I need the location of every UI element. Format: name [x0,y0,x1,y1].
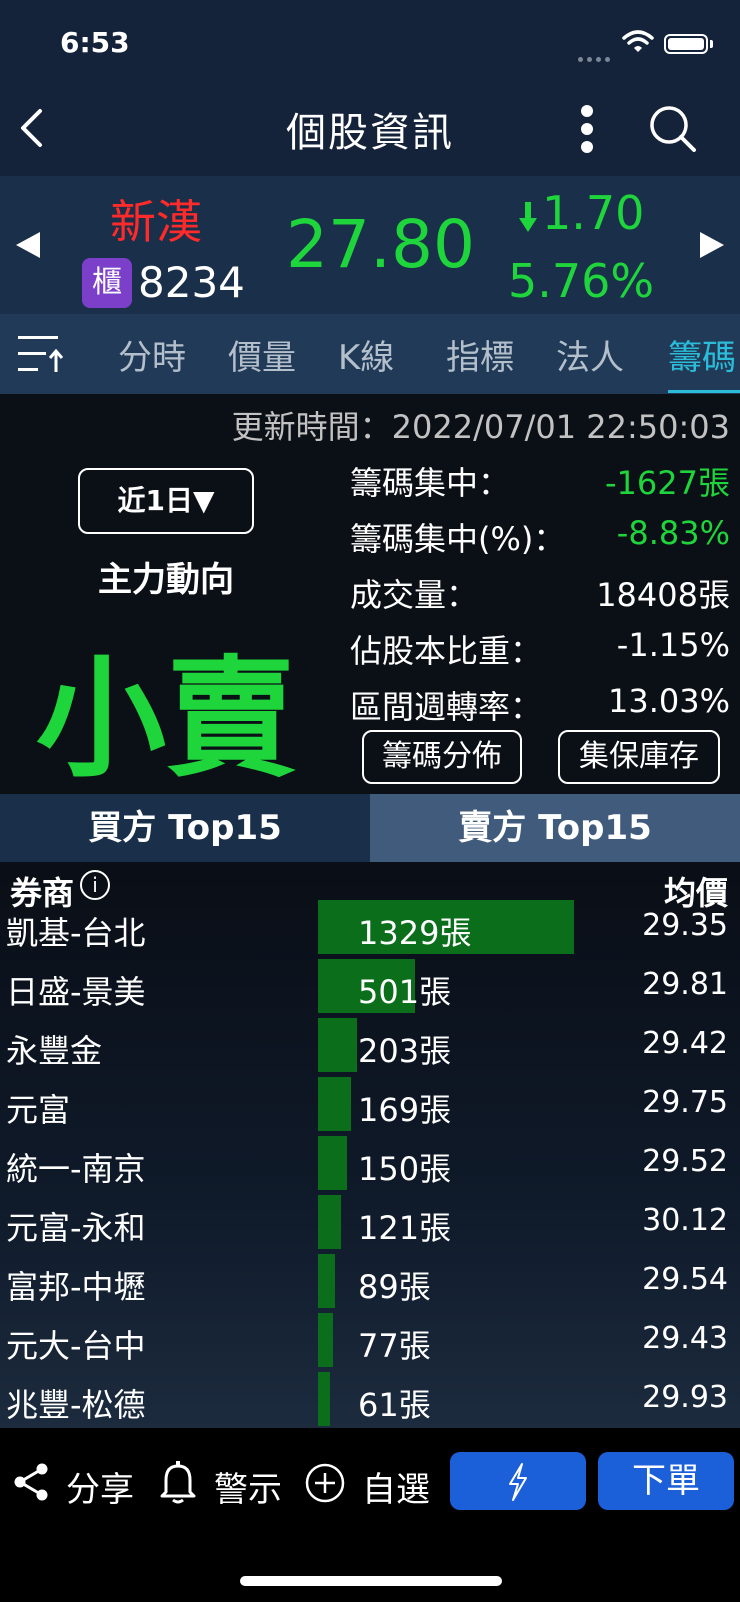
broker-avg-price: 29.42 [642,1026,728,1061]
search-icon[interactable] [648,104,698,154]
add-circle-icon[interactable] [304,1462,346,1504]
broker-table: 凱基-台北 1329張 29.35 日盛-景美 501張 29.81 永豐金 203張 29.4… [0,862,740,1428]
tab-indicators[interactable]: 指標 [446,330,514,379]
broker-avg-price: 29.52 [642,1144,728,1179]
header-avg-price: 均價 [663,874,728,912]
table-row[interactable]: 日盛-景美 501張 29.81 [0,957,740,1016]
quantity-bar [318,1136,347,1190]
broker-name: 日盛-景美 [6,973,146,1011]
table-row[interactable]: 兆豐-松德 61張 29.93 [0,1370,740,1428]
broker-avg-price: 29.75 [642,1085,728,1120]
alert-button[interactable]: 警示 [214,1462,282,1511]
broker-name: 富邦-中壢 [6,1268,146,1306]
tab-sell-top15[interactable]: 賣方 Top15 [370,794,740,862]
broker-avg-price: 29.81 [642,967,728,1002]
broker-quantity: 1329張 [358,914,472,952]
page-title: 個股資訊 [286,110,454,156]
cellular-signal-icon [578,47,614,66]
stat-value-volume: 18408張 [596,576,730,614]
stock-name: 新漢 [110,195,202,249]
bell-icon[interactable] [158,1460,198,1504]
share-button[interactable]: 分享 [66,1462,134,1511]
broker-quantity: 121張 [358,1209,452,1247]
broker-name: 凱基-台北 [6,914,146,952]
stock-price: 27.80 [286,206,475,283]
stat-label-concentration: 籌碼集中： [350,464,511,502]
market-badge: 櫃 [82,258,132,308]
tab-kline[interactable]: K線 [338,330,394,379]
broker-quantity: 89張 [358,1268,431,1306]
custody-inventory-button[interactable]: 集保庫存 [558,730,720,784]
broker-name: 元富 [6,1091,71,1129]
stat-label-capital-ratio: 佔股本比重： [350,632,543,670]
broker-avg-price: 29.93 [642,1380,728,1415]
quantity-bar [318,1077,351,1131]
quantity-bar [318,1372,330,1426]
broker-name: 統一-南京 [6,1150,146,1188]
tab-institutional[interactable]: 法人 [556,330,624,379]
tab-price-volume[interactable]: 價量 [228,330,296,379]
more-vertical-icon[interactable] [572,104,602,154]
place-order-button[interactable]: 下單 [598,1452,734,1510]
tab-active-indicator [668,390,740,393]
broker-quantity: 501張 [358,973,452,1011]
main-force-value: 小賣 [35,643,296,795]
table-row[interactable]: 元富 169張 29.75 [0,1075,740,1134]
lightning-icon [509,1463,527,1501]
tab-buy-top15[interactable]: 買方 Top15 [0,794,370,862]
tab-chips[interactable]: 籌碼 [668,330,736,379]
quantity-bar [318,1195,341,1249]
price-change: 1.70 [542,186,645,240]
broker-avg-price: 29.43 [642,1321,728,1356]
watchlist-button[interactable]: 自選 [362,1462,430,1511]
stat-label-volume: 成交量： [350,576,479,614]
period-dropdown[interactable]: 近1日▼ [78,468,254,534]
table-row[interactable]: 元大-台中 77張 29.43 [0,1311,740,1370]
broker-name: 元大-台中 [6,1327,146,1365]
price-change-percent: 5.76% [508,254,655,308]
header-broker: 券商 [10,874,75,912]
quantity-bar [318,1018,357,1072]
broker-quantity: 77張 [358,1327,431,1365]
home-indicator [240,1576,502,1586]
broker-quantity: 150張 [358,1150,452,1188]
table-row[interactable]: 永豐金 203張 29.42 [0,1016,740,1075]
broker-name: 永豐金 [6,1032,103,1070]
table-row[interactable]: 凱基-台北 1329張 29.35 [0,898,740,957]
table-row[interactable]: 富邦-中壢 89張 29.54 [0,1252,740,1311]
quantity-bar [318,1254,335,1308]
table-row[interactable]: 元富-永和 121張 30.12 [0,1193,740,1252]
stat-value-turnover: 13.03% [607,682,730,720]
broker-avg-price: 30.12 [642,1203,728,1238]
stock-code: 8234 [138,258,245,307]
table-row[interactable]: 統一-南京 150張 29.52 [0,1134,740,1193]
broker-quantity: 61張 [358,1386,431,1424]
broker-quantity: 203張 [358,1032,452,1070]
broker-name: 兆豐-松德 [6,1386,146,1424]
battery-tip [710,40,713,48]
broker-name: 元富-永和 [6,1209,146,1247]
broker-avg-price: 29.54 [642,1262,728,1297]
tab-sort-menu-icon[interactable] [18,332,66,376]
stat-label-concentration-pct: 籌碼集中(%)： [350,520,566,558]
stat-label-turnover: 區間週轉率： [350,688,543,726]
next-stock-icon[interactable] [700,232,724,258]
update-time: 更新時間：2022/07/01 22:50:03 [231,408,730,446]
battery-icon [664,34,708,54]
quantity-bar [318,1313,333,1367]
flash-order-button[interactable] [450,1452,586,1510]
main-force-label: 主力動向 [98,560,234,600]
wifi-icon [622,30,654,52]
broker-quantity: 169張 [358,1091,452,1129]
tab-time-share[interactable]: 分時 [118,330,186,379]
info-icon[interactable]: i [80,870,110,900]
previous-stock-icon[interactable] [16,232,40,258]
share-icon[interactable] [12,1462,50,1502]
chips-distribution-button[interactable]: 籌碼分佈 [362,730,522,784]
stat-value-capital-ratio: -1.15% [616,626,730,664]
stat-value-concentration-pct: -8.83% [616,514,730,552]
stat-value-concentration: -1627張 [605,464,730,502]
status-time: 6:53 [60,26,130,59]
arrow-down-icon [519,202,537,232]
